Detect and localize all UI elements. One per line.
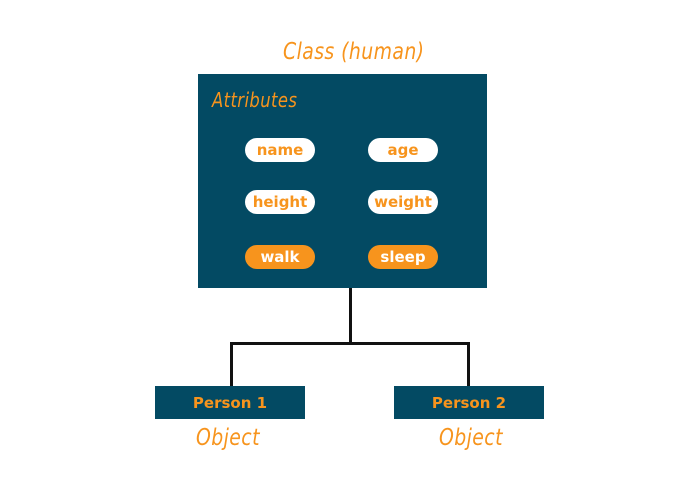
method-pill-walk: walk (245, 245, 315, 269)
class-box: Attributes name age height weight walk s… (198, 74, 487, 288)
object-label-1: Object (196, 425, 260, 451)
connector-branch-left (230, 342, 233, 386)
attribute-pill-weight: weight (368, 190, 438, 214)
object-box-person-1: Person 1 (155, 386, 305, 419)
method-pill-sleep: sleep (368, 245, 438, 269)
attribute-pill-age: age (368, 138, 438, 162)
connector-branch-right (467, 342, 470, 386)
object-box-person-2: Person 2 (394, 386, 544, 419)
object-label-2: Object (439, 425, 503, 451)
connector-stem (349, 288, 352, 345)
attribute-pill-height: height (245, 190, 315, 214)
connector-horizontal (230, 342, 470, 345)
class-title: Class (human) (283, 39, 425, 65)
attribute-pill-name: name (245, 138, 315, 162)
attributes-label: Attributes (212, 88, 298, 112)
